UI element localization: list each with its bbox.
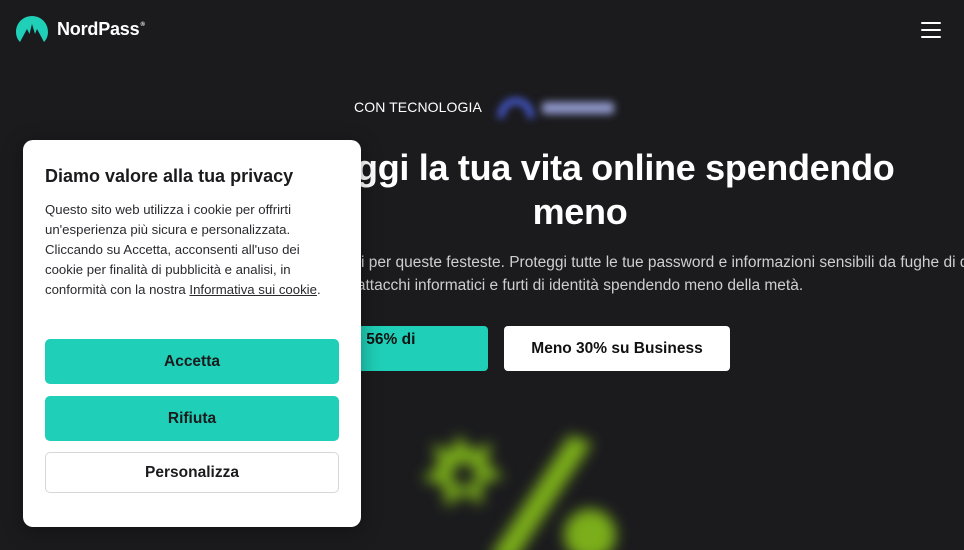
- reject-cookies-button[interactable]: Rifiuta: [45, 396, 339, 441]
- accept-cookies-button[interactable]: Accetta: [45, 339, 339, 384]
- hamburger-menu-icon[interactable]: [921, 21, 943, 39]
- nordpass-logo-icon: [16, 16, 48, 42]
- business-discount-button[interactable]: Meno 30% su Business: [504, 326, 730, 371]
- cookie-consent-dialog: Diamo valore alla tua privacy Questo sit…: [23, 140, 361, 527]
- powered-by-label: CON TECNOLOGIA: [354, 99, 482, 115]
- partner-logo-icon: [497, 98, 614, 118]
- cookie-policy-link[interactable]: Informativa sui cookie: [189, 282, 317, 297]
- cookie-dialog-text: Questo sito web utilizza i cookie per of…: [45, 200, 339, 300]
- cookie-dialog-body-end: .: [316, 282, 321, 297]
- brand-logo-link[interactable]: NordPass®: [15, 15, 145, 43]
- customize-cookies-button[interactable]: Personalizza: [45, 452, 339, 493]
- cookie-dialog-title: Diamo valore alla tua privacy: [45, 166, 294, 186]
- site-header: NordPass®: [0, 0, 964, 60]
- page: NordPass® CON TECNOLOGIA Proteggi la tua…: [0, 0, 964, 550]
- brand-name: NordPass®: [57, 18, 145, 39]
- percent-graphic-icon: [422, 435, 616, 550]
- powered-by: CON TECNOLOGIA: [354, 90, 622, 124]
